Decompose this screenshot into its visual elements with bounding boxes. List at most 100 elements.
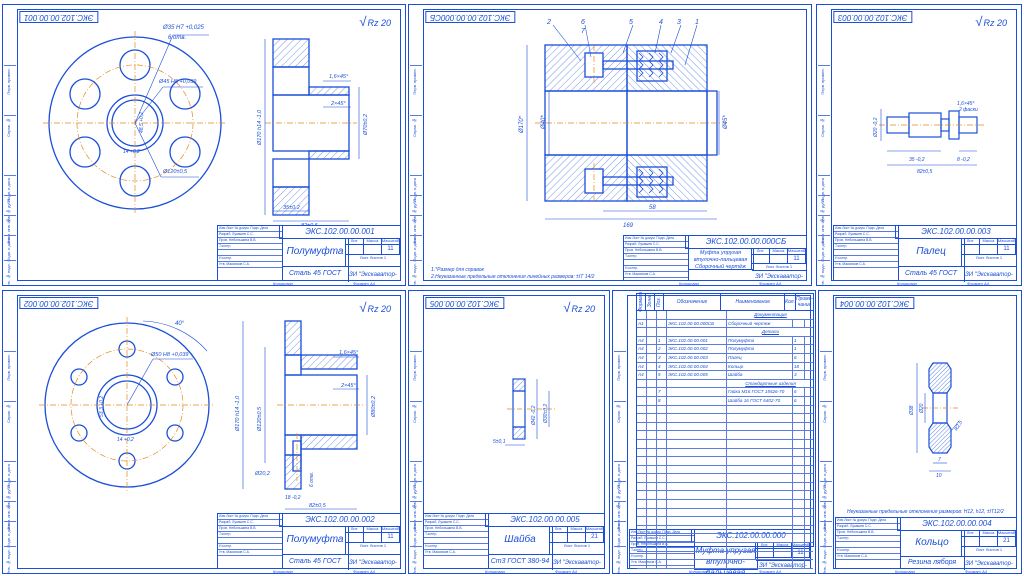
dim-l82: 82±0,5: [309, 503, 327, 509]
title-block: Изм Лист № докум. Подп. Дата Разраб. Лука…: [423, 513, 605, 570]
foot-format: Формат А4: [759, 569, 781, 574]
spec-row: [637, 457, 813, 466]
tb-title: Полумуфта: [282, 526, 349, 555]
note-2: 2.Неуказанные предельные отклонения лине…: [431, 274, 595, 280]
spec-row: [637, 405, 813, 415]
spec-row: [637, 448, 813, 458]
foot-copied: Копировал: [897, 281, 917, 286]
spec-row: 8 Шайба 16 ГОСТ 6402-70 6: [637, 396, 813, 406]
title-block: Изм Лист № докум. Подп. Дата Разраб. Лука…: [623, 235, 807, 281]
tb-lit: Лит. Масса Масштаб 11 Лист Листов 1: [961, 238, 1016, 266]
dim-d40: Ø40*: [541, 115, 547, 130]
dim-l58: 58: [649, 205, 656, 211]
dim-d202: Ø20,2: [254, 471, 270, 477]
dim-ch1: 1,6×45°: [339, 350, 359, 356]
sheet-assembly: Перв. примен. Справ. № Подп. и дата Инв.…: [408, 4, 812, 286]
note-1: 1.*Размер для справок: [431, 267, 484, 273]
spec-row: [637, 474, 813, 483]
dim-l18: 18 -0,2: [285, 495, 301, 501]
dim-l5: 5±0,1: [493, 439, 506, 445]
dim-keyw: 14 +0,2: [117, 437, 134, 443]
spec-row: [637, 482, 813, 492]
tb-material: Резина ляборя: [900, 556, 965, 570]
tb-title: Муфта упругая втулочно-пальцевая Сборочн…: [688, 248, 754, 270]
tb-material: Сталь 45 ГОСТ 1050-88: [282, 266, 349, 282]
spec-row: [637, 431, 813, 440]
dim-d170: Ø170*: [519, 115, 525, 134]
title-block: Изм Лист № докум. Подп. Дата Разраб. Лука…: [217, 513, 401, 570]
foot-format: Формат А4: [353, 569, 375, 574]
tb-lit: Лит. Масса Масштаб 11 Лист Листов 1: [345, 238, 400, 266]
tb-material: Сталь 45 ГОСТ 1050-88: [282, 554, 349, 570]
dim-l10: 10: [936, 473, 942, 479]
dim-ch1: 1,6×45°: [329, 74, 349, 80]
dim-ch2: 2×45°: [340, 383, 356, 389]
spec-row: [637, 560, 813, 569]
svg-text:1: 1: [695, 19, 699, 26]
spec-row: Документация: [637, 311, 813, 320]
dim-holes: Ø35 Н7 +0,025: [162, 25, 205, 31]
dim-dia: Ø170 h14 -1,0: [235, 395, 241, 432]
title-block: Изм Лист № докум. Подп. Дата Разраб. Лука…: [833, 225, 1017, 282]
foot-format: Формат А4: [555, 569, 577, 574]
tb-grid: Изм Лист № докум. Подп. Дата Разраб. Лука…: [218, 514, 283, 568]
foot-copied: Копировал: [273, 281, 293, 286]
dim-holes-count: 6 отв.: [168, 35, 186, 41]
tb-grid: Изм Лист № докум. Подп. Дата Разраб. Лука…: [836, 518, 901, 568]
spec-row: [637, 551, 813, 561]
dim-ang: 40°: [175, 321, 185, 327]
dim-faski: 2 фаски: [958, 107, 978, 113]
dim-d20: Ø20 -0,2: [873, 117, 879, 138]
spec-row: [637, 465, 813, 475]
spec-row: [637, 543, 813, 552]
dim-d120: Ø120±0,5: [257, 406, 263, 432]
dim-holes: 6 отв.: [309, 472, 315, 487]
position-labels: 2 6 7 5 4 3 1: [546, 19, 699, 35]
tb-lit: Лит. Масса Масштаб 11 Лист Листов 1: [345, 526, 400, 554]
dim-d38: Ø38: [909, 405, 915, 416]
tb-title: Шайба: [488, 526, 553, 555]
sheet-shaiba: Перв. примен. Справ. № Подп. и дата Инв.…: [408, 290, 610, 574]
spec-row: [637, 422, 813, 432]
dim-r: R2,5: [954, 420, 965, 432]
title-block: Изм Лист № докум. Подп. Дата Разраб. Лука…: [217, 225, 401, 282]
foot-format: Формат А4: [759, 281, 781, 286]
spec-section: Стандартные изделия: [745, 380, 796, 386]
tb-lit: Лит. Масса Масштаб 21 Лист Листов 1: [961, 530, 1016, 556]
dim-bore: Ø50 Н8 +0,039: [150, 352, 188, 358]
dim-pcd: Ø120±0,5: [162, 169, 188, 175]
dim-key: 48,5 +0,2: [139, 112, 145, 133]
foot-format: Формат А4: [967, 281, 989, 286]
tb-material: Ст3 ГОСТ 380-94: [488, 554, 553, 570]
dim-l82: 82±0,5: [917, 169, 932, 175]
spec-row: А4 4 ЭКС.102.00.00.004 Кольцо 18: [637, 362, 813, 372]
svg-text:3: 3: [677, 19, 681, 26]
spec-row: 7 Гайка М16 ГОСТ 15526-70 6: [637, 388, 813, 397]
tb-grid: Изм Лист № докум. Подп. Дата Разраб. Лука…: [424, 514, 489, 568]
left-strip: Перв. примен. Справ. № Подп. и дата Инв.…: [614, 291, 626, 573]
dim-d80: Ø80±0,2: [371, 396, 377, 418]
dim-l8: 8 -0,2: [957, 157, 970, 163]
svg-text:6: 6: [581, 19, 585, 26]
dim-key: 53,3 +0,2: [99, 396, 105, 417]
spec-rows: Документация А1 ЭКС.102.00.00.000СБ Сборочн…: [637, 311, 813, 569]
tb-grid: Изм Лист № докум. Подп. Дата Разраб. Лука…: [624, 236, 689, 280]
svg-text:2: 2: [546, 19, 551, 26]
sheet-palec: Перв. примен. Справ. № Подп. и дата Инв.…: [816, 4, 1022, 286]
dim-l35: 35 -0,2: [909, 157, 925, 163]
tb-title: Полумуфта: [282, 238, 349, 267]
spec-row: [637, 517, 813, 526]
dim-keyw: 14 +0,2: [123, 149, 140, 155]
tb-title: Палец: [898, 238, 965, 267]
dim-d30: Ø30±0,2: [543, 404, 549, 424]
foot-copied: Копировал: [689, 569, 709, 574]
spec-section: Документация: [754, 312, 787, 317]
dim-bore: Ø45 Н8 +0,039: [158, 79, 196, 85]
spec-row: [637, 500, 813, 509]
tb-grid: Изм Лист № докум. Подп. Дата Разраб. Лука…: [218, 226, 283, 280]
specification-table: Формат Зона Поз. Обозначение Наименовани…: [636, 292, 814, 569]
foot-copied: Копировал: [895, 569, 915, 574]
spec-section: Детали: [761, 329, 780, 335]
spec-row: А4 5 ЭКС.102.00.00.005 Шайба 3: [637, 371, 813, 380]
tb-lit: Лит. Масса Масштаб 11 Лист Листов 1: [751, 248, 806, 270]
